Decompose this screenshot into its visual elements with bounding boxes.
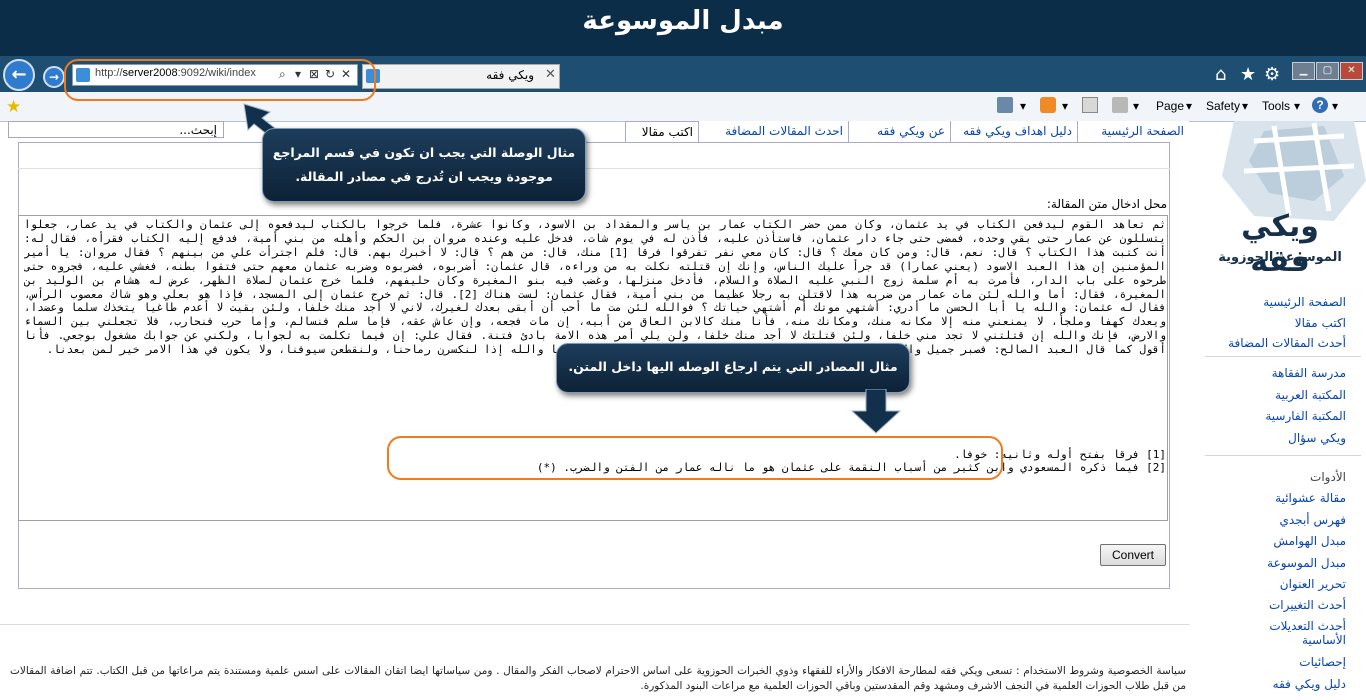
close-window-button[interactable]: ✕: [1340, 62, 1363, 80]
home-icon[interactable]: ⌂: [1215, 64, 1226, 85]
sidebar-item-arabic-library[interactable]: المكتبة العربية: [1211, 388, 1346, 402]
logo-title: ويكي فقه: [1241, 209, 1319, 279]
rss-dropdown-icon[interactable]: ▾: [1062, 99, 1068, 113]
back-arrow-icon: ←: [11, 64, 27, 85]
read-mail-icon[interactable]: [1082, 97, 1098, 113]
safety-menu-dropdown-icon[interactable]: ▾: [1242, 99, 1248, 113]
footer-policy-text: سياسة الخصوصية وشروط الاستخدام : تسعى وي…: [10, 665, 1186, 692]
sidebar-item-footnote-converter[interactable]: مبدل الهوامش: [1211, 534, 1346, 548]
sidebar-item-write-article[interactable]: اكتب مقالا: [1211, 316, 1346, 330]
help-dropdown-icon[interactable]: ▾: [1332, 99, 1338, 113]
print-icon[interactable]: [1112, 97, 1128, 113]
help-icon[interactable]: ?: [1312, 97, 1328, 113]
sidebar-item-main-page[interactable]: الصفحة الرئيسية: [1211, 295, 1346, 309]
forward-button[interactable]: →: [43, 66, 65, 88]
home-page-icon[interactable]: [997, 97, 1013, 113]
convert-button[interactable]: Convert: [1100, 544, 1166, 566]
field-label: محل ادخال متن المقالة:: [1046, 197, 1167, 211]
search-input[interactable]: [8, 121, 224, 138]
sidebar-item-alphabetical-index[interactable]: فهرس أبجدي: [1211, 513, 1346, 527]
settings-gear-icon[interactable]: ⚙: [1264, 64, 1280, 85]
top-banner: مبدل الموسوعة: [0, 0, 1366, 56]
sidebar-divider: [1205, 356, 1361, 357]
sidebar-item-wiki-guide[interactable]: دليل ويكي فقه: [1211, 677, 1346, 691]
print-dropdown-icon[interactable]: ▾: [1133, 99, 1139, 113]
sidebar-tools-heading: الأدوات: [1310, 470, 1346, 484]
address-highlight-ring: [64, 59, 376, 101]
sidebar-item-fiqh-school[interactable]: مدرسة الفقاهة: [1211, 366, 1346, 380]
sidebar-item-recent-changes[interactable]: أحدث التغييرات: [1211, 598, 1346, 612]
sidebar-item-persian-library[interactable]: المكتبة الفارسية: [1211, 409, 1346, 423]
sidebar-item-recent-core-edits[interactable]: أحدث التعديلات الأساسية: [1226, 619, 1346, 647]
tab-write-article[interactable]: اكتب مقالا: [625, 121, 699, 143]
tools-menu[interactable]: Tools: [1262, 99, 1290, 113]
tab-main-page[interactable]: الصفحة الرئيسية: [1077, 121, 1189, 142]
logo-subtitle: الموسوعة الحوزوية: [1218, 250, 1342, 265]
tools-menu-dropdown-icon[interactable]: ▾: [1294, 99, 1300, 113]
tab-recent-articles[interactable]: احدث المقالات المضافة: [698, 121, 848, 142]
favorites-star-icon[interactable]: ★: [1240, 64, 1256, 85]
tab-title[interactable]: ويكي فقه: [384, 68, 534, 82]
callout-refs-note: مثال المصادر التي يتم ارجاع الوصله اليها…: [556, 343, 910, 393]
sidebar-item-random-article[interactable]: مقالة عشوائية: [1211, 491, 1346, 505]
callout-arrow-down-icon: [850, 389, 902, 434]
sidebar-item-encyclopedia-converter[interactable]: مبدل الموسوعة: [1211, 556, 1346, 570]
footer-divider: [0, 624, 1190, 625]
tab-goals-guide[interactable]: دليل اهداف ويكي فقه: [950, 121, 1077, 142]
page-menu[interactable]: Page: [1156, 99, 1184, 113]
tab-close-icon[interactable]: ✕: [545, 67, 556, 82]
content-divider: [18, 168, 1170, 169]
maximize-button[interactable]: ▢: [1316, 62, 1339, 80]
safety-menu[interactable]: Safety: [1206, 99, 1240, 113]
sidebar-item-edit-title[interactable]: تحرير العنوان: [1211, 577, 1346, 591]
back-button[interactable]: ←: [3, 59, 35, 91]
sidebar-item-statistics[interactable]: إحصائيات: [1211, 655, 1346, 669]
add-favorites-icon[interactable]: ★: [6, 97, 21, 117]
sidebar-divider: [1205, 455, 1361, 456]
home-dropdown-icon[interactable]: ▾: [1020, 99, 1026, 113]
sidebar-item-wiki-question[interactable]: ويكي سؤال: [1211, 431, 1346, 445]
rss-feed-icon[interactable]: [1040, 97, 1056, 113]
minimize-button[interactable]: ▁: [1292, 62, 1315, 80]
banner-title: مبدل الموسوعة: [582, 6, 784, 36]
sidebar-item-recent-articles[interactable]: أحدث المقالات المضافة: [1211, 336, 1346, 350]
forward-arrow-icon: →: [48, 70, 60, 84]
tab-about[interactable]: عن ويكي فقه: [848, 121, 950, 142]
page-menu-dropdown-icon[interactable]: ▾: [1186, 99, 1192, 113]
callout-link-note: مثال الوصلة التي يجب ان تكون في قسم المر…: [262, 128, 586, 202]
references-highlight-ring: [387, 436, 1003, 480]
